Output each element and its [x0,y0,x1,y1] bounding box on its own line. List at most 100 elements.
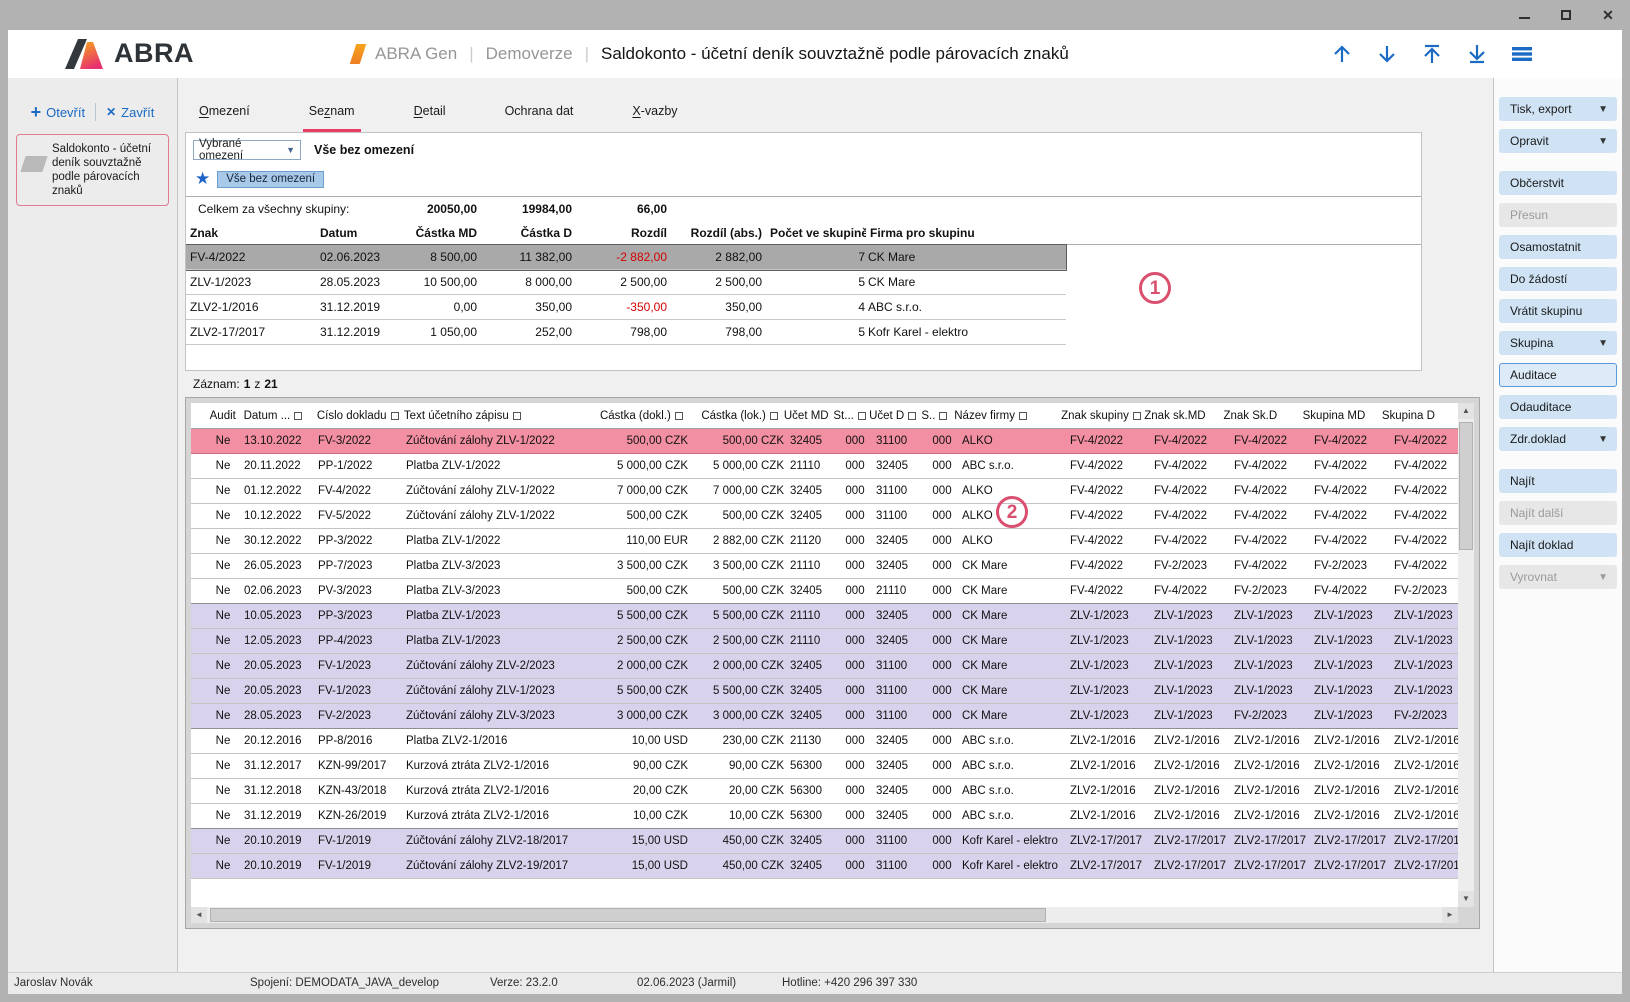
sidebar-button-zdr-doklad[interactable]: Zdr.doklad▼ [1499,427,1617,451]
filter-checkbox-icon[interactable] [1019,412,1027,420]
sidebar-button-tisk-export[interactable]: Tisk, export▼ [1499,97,1617,121]
journal-column-header-nazev-firmy[interactable]: Název firmy [951,410,1058,422]
groups-column-header-rozdil-abs[interactable]: Rozdíl (abs.) [671,226,766,240]
scroll-right-button[interactable]: ► [1442,907,1458,923]
tab-x-vazby[interactable]: X-vazby [626,102,683,132]
journal-column-header-s[interactable]: S.. [918,410,952,422]
open-agenda-card[interactable]: Saldokonto - účetní deník souvztažně pod… [16,134,169,206]
journal-table-row[interactable]: Ne10.05.2023PP-3/2023Platba ZLV-1/20235 … [191,604,1458,629]
v-scrollbar-thumb[interactable] [1459,422,1473,550]
restriction-chip[interactable]: Vše bez omezení [217,171,324,188]
journal-table-row[interactable]: Ne20.12.2016PP-8/2016Platba ZLV2-1/20161… [191,729,1458,754]
journal-column-header-ucet-d[interactable]: Účet D [866,410,918,422]
groups-table-row[interactable]: ZLV-1/202328.05.202310 500,008 000,002 5… [186,270,1066,295]
journal-table-row[interactable]: Ne13.10.2022FV-3/2022Zúčtování zálohy ZL… [191,429,1458,454]
groups-table-row[interactable]: ZLV2-17/201731.12.20191 050,00252,00798,… [186,320,1066,345]
groups-column-header-firma-pro-skupinu[interactable]: Firma pro skupinu [866,226,1061,240]
maximize-button[interactable] [1558,6,1574,24]
arrow-up-icon[interactable] [1330,43,1354,65]
close-agenda-button[interactable]: ✕ Zavřít [106,105,154,120]
journal-column-header-text-ucetniho-zapisu[interactable]: Text účetního zápisu [401,410,591,422]
groups-column-header-castka-d[interactable]: Částka D [481,226,576,240]
journal-table-row[interactable]: Ne31.12.2019KZN-26/2019Kurzová ztráta ZL… [191,804,1458,829]
journal-table-row[interactable]: Ne30.12.2022PP-3/2022Platba ZLV-1/202211… [191,529,1458,554]
arrow-down-icon[interactable] [1375,43,1399,65]
minimize-button[interactable] [1516,6,1532,24]
journal-table-row[interactable]: Ne20.05.2023FV-1/2023Zúčtování zálohy ZL… [191,679,1458,704]
sidebar-button-vyrovnat[interactable]: Vyrovnat▼ [1499,565,1617,589]
h-scrollbar-thumb[interactable] [210,908,1046,922]
sidebar-button-najit-dalsi[interactable]: Najít další [1499,501,1617,525]
close-button[interactable]: ✕ [1600,6,1616,24]
filter-checkbox-icon[interactable] [1133,412,1141,420]
sidebar-button-presun[interactable]: Přesun [1499,203,1617,227]
journal-table-row[interactable]: Ne20.05.2023FV-1/2023Zúčtování zálohy ZL… [191,654,1458,679]
filter-checkbox-icon[interactable] [858,412,866,420]
arrow-to-bottom-icon[interactable] [1465,43,1489,65]
menu-icon[interactable] [1510,43,1534,65]
journal-table-row[interactable]: Ne20.10.2019FV-1/2019Zúčtování zálohy ZL… [191,829,1458,854]
filter-checkbox-icon[interactable] [675,412,683,420]
journal-table-row[interactable]: Ne12.05.2023PP-4/2023Platba ZLV-1/20232 … [191,629,1458,654]
sidebar-button-osamostatnit[interactable]: Osamostatnit [1499,235,1617,259]
sidebar-button-vratit-skupinu[interactable]: Vrátit skupinu [1499,299,1617,323]
sidebar-button-do-zadosti[interactable]: Do žádostí [1499,267,1617,291]
sidebar-button-auditace[interactable]: Auditace [1499,363,1617,387]
journal-column-header-datum[interactable]: Datum ... [241,410,314,422]
journal-table-row[interactable]: Ne02.06.2023PV-3/2023Platba ZLV-3/202350… [191,579,1458,604]
journal-column-header-skupina-md[interactable]: Skupina MD [1300,410,1379,422]
arrow-to-top-icon[interactable] [1420,43,1444,65]
groups-table-row[interactable]: ZLV2-1/201631.12.20190,00350,00-350,0035… [186,295,1066,320]
journal-table-row[interactable]: Ne28.05.2023FV-2/2023Zúčtování zálohy ZL… [191,704,1458,729]
journal-table-row[interactable]: Ne31.12.2018KZN-43/2018Kurzová ztráta ZL… [191,779,1458,804]
horizontal-scrollbar[interactable]: ◄ ► [191,907,1458,923]
tab-detail[interactable]: Detail [408,102,452,132]
groups-table-row[interactable]: FV-4/202202.06.20238 500,0011 382,00-2 8… [186,245,1066,270]
journal-table-row[interactable]: Ne20.10.2019FV-1/2019Zúčtování zálohy ZL… [191,854,1458,879]
selected-restriction-dropdown[interactable]: Vybrané omezení ▼ [193,140,301,160]
journal-table-row[interactable]: Ne26.05.2023PP-7/2023Platba ZLV-3/20233 … [191,554,1458,579]
tab-omezeni[interactable]: Omezení [193,102,256,132]
journal-column-header-ucet-md[interactable]: Účet MD [781,410,831,422]
open-button[interactable]: + Otevřít [31,105,86,120]
journal-table-row[interactable]: Ne20.11.2022PP-1/2022Platba ZLV-1/20225 … [191,454,1458,479]
favorite-star-icon[interactable]: ★ [195,170,210,188]
groups-column-header-pocet-ve-skupine[interactable]: Počet ve skupině [766,226,866,240]
sidebar-button-najit[interactable]: Najít [1499,469,1617,493]
filter-checkbox-icon[interactable] [294,412,302,420]
groups-column-header-datum[interactable]: Datum [316,226,411,240]
journal-column-header-st[interactable]: St... [830,410,866,422]
journal-cell: 500,00 CZK [595,435,691,447]
sidebar-button-skupina[interactable]: Skupina▼ [1499,331,1617,355]
sidebar-button-odauditace[interactable]: Odauditace [1499,395,1617,419]
filter-checkbox-icon[interactable] [770,412,778,420]
journal-column-header-znak-sk-d[interactable]: Znak Sk.D [1220,410,1299,422]
filter-checkbox-icon[interactable] [513,412,521,420]
journal-column-header-audit[interactable]: Audit [205,410,241,422]
journal-column-header-cislo-dokladu[interactable]: Číslo dokladu [314,410,401,422]
scroll-left-button[interactable]: ◄ [191,907,207,923]
breadcrumb: ABRA Gen | Demoverze | Saldokonto - účet… [353,30,1069,78]
sidebar-button-najit-doklad[interactable]: Najít doklad [1499,533,1617,557]
groups-column-header-rozdil[interactable]: Rozdíl [576,226,671,240]
journal-table-row[interactable]: Ne10.12.2022FV-5/2022Zúčtování zálohy ZL… [191,504,1458,529]
sidebar-button-opravit[interactable]: Opravit▼ [1499,129,1617,153]
filter-checkbox-icon[interactable] [908,412,916,420]
filter-checkbox-icon[interactable] [939,412,947,420]
journal-column-header-castka-dokl[interactable]: Částka (dokl.) [591,410,686,422]
journal-table-row[interactable]: Ne01.12.2022FV-4/2022Zúčtování zálohy ZL… [191,479,1458,504]
groups-column-header-castka-md[interactable]: Částka MD [411,226,481,240]
vertical-scrollbar[interactable]: ▲ ▼ [1458,403,1474,907]
journal-column-header-znak-skupiny[interactable]: Znak skupiny [1058,410,1141,422]
journal-column-header-castka-lok[interactable]: Částka (lok.) [686,410,781,422]
journal-table-row[interactable]: Ne31.12.2017KZN-99/2017Kurzová ztráta ZL… [191,754,1458,779]
scroll-up-button[interactable]: ▲ [1458,403,1474,419]
tab-ochrana-dat[interactable]: Ochrana dat [499,102,580,132]
filter-checkbox-icon[interactable] [391,412,399,420]
tab-seznam[interactable]: Seznam [303,102,361,132]
groups-column-header-znak[interactable]: Znak [186,226,316,240]
journal-column-header-skupina-d[interactable]: Skupina D [1379,410,1458,422]
journal-column-header-znak-sk-md[interactable]: Znak sk.MD [1141,410,1220,422]
sidebar-button-obcerstvit[interactable]: Občerstvit [1499,171,1617,195]
scroll-down-button[interactable]: ▼ [1458,891,1474,907]
